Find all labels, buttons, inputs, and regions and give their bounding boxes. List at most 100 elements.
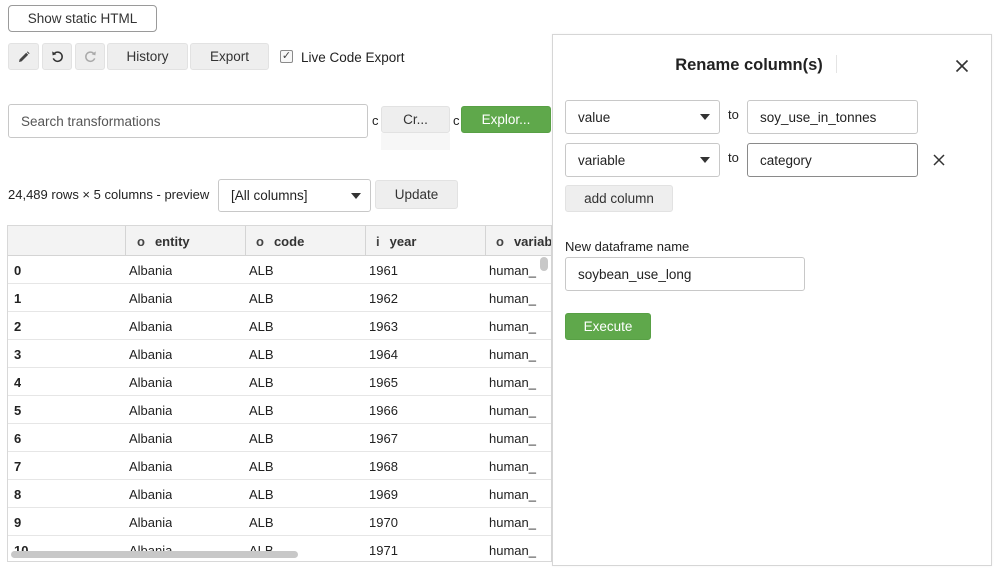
rename-columns-dialog: Rename column(s) value to soy_use_in_ton… [552,34,992,566]
edit-button[interactable] [8,43,39,70]
row-index: 2 [14,318,22,334]
data-table[interactable]: o entity o code i year o variab 0 Albania… [7,225,552,562]
show-static-html-button[interactable]: Show static HTML [8,5,157,32]
rename-from-select-2[interactable]: variable [565,143,720,177]
execute-button[interactable]: Execute [565,313,651,340]
cell-year: 1963 [369,318,398,334]
column-header-entity[interactable]: o entity [126,226,246,256]
truncated-label-2: c [453,113,460,128]
column-header-variable[interactable]: o variab [486,226,551,256]
row-index: 9 [14,514,22,530]
create-button[interactable]: Cr... [381,106,450,133]
table-row[interactable]: 4 Albania ALB 1965 human_ [8,368,551,396]
cell-code: ALB [249,402,274,418]
cell-year: 1967 [369,430,398,446]
live-code-export-checkbox[interactable]: ✓ [280,50,293,63]
cell-variable: human_ [489,430,536,446]
rename-from-select-1[interactable]: value [565,100,720,134]
table-row[interactable]: 8 Albania ALB 1969 human_ [8,480,551,508]
cell-code: ALB [249,346,274,362]
cell-year: 1962 [369,290,398,306]
column-type-badge: o [256,233,264,249]
undo-icon [51,51,63,63]
vertical-scrollbar[interactable] [540,257,548,271]
live-code-export-label: Live Code Export [301,50,405,65]
to-label: to [728,150,739,165]
table-header: o entity o code i year o variab [8,226,551,256]
horizontal-scrollbar[interactable] [11,551,298,558]
cell-entity: Albania [129,402,173,418]
index-column-header [8,226,126,256]
cell-year: 1964 [369,346,398,362]
cell-entity: Albania [129,374,173,390]
remove-rename-button[interactable] [930,151,948,169]
undo-button[interactable] [42,43,72,70]
table-row[interactable]: 5 Albania ALB 1966 human_ [8,396,551,424]
row-index: 6 [14,430,22,446]
row-index: 4 [14,374,22,390]
table-row[interactable]: 10 Albania ALB 1971 human_ [8,536,551,561]
close-icon [955,59,969,73]
explore-button[interactable]: Explor... [461,106,551,133]
cell-variable: human_ [489,346,536,362]
cell-variable: human_ [489,318,536,334]
cell-code: ALB [249,290,274,306]
cell-variable: human_ [489,514,536,530]
cell-year: 1966 [369,402,398,418]
column-header-code[interactable]: o code [246,226,366,256]
table-row[interactable]: 6 Albania ALB 1967 human_ [8,424,551,452]
dialog-title: Rename column(s) [675,56,823,74]
rename-from-value: value [578,109,611,125]
row-index: 10 [14,542,29,558]
truncated-label-1: c [372,113,379,128]
table-row[interactable]: 3 Albania ALB 1964 human_ [8,340,551,368]
cell-entity: Albania [129,430,173,446]
close-icon [933,154,945,166]
add-column-button[interactable]: add column [565,185,673,212]
table-row[interactable]: 9 Albania ALB 1970 human_ [8,508,551,536]
cell-code: ALB [249,458,274,474]
rename-to-value: soy_use_in_tonnes [760,109,877,125]
column-type-badge: o [496,233,504,249]
rename-to-value: category [760,152,812,168]
dataframe-name-value: soybean_use_long [578,266,692,282]
redo-button[interactable] [75,43,105,70]
table-row[interactable]: 1 Albania ALB 1962 human_ [8,284,551,312]
cell-code: ALB [249,374,274,390]
update-button[interactable]: Update [375,180,458,209]
column-filter-select[interactable]: [All columns] [218,179,371,212]
row-count-summary: 24,489 rows × 5 columns - preview [8,187,210,202]
cell-year: 1961 [369,262,398,278]
cell-variable: human_ [489,458,536,474]
cell-variable: human_ [489,486,536,502]
close-dialog-button[interactable] [952,56,972,76]
history-button[interactable]: History [107,43,188,70]
search-transformations-input[interactable]: Search transformations [8,104,368,138]
row-index: 7 [14,458,22,474]
column-header-year[interactable]: i year [366,226,486,256]
cell-year: 1968 [369,458,398,474]
cell-variable: human_ [489,542,536,558]
create-button-shadow [381,133,450,150]
table-row[interactable]: 0 Albania ALB 1961 human_ [8,256,551,284]
column-name: code [273,233,305,249]
row-index: 3 [14,346,22,362]
cell-code: ALB [249,514,274,530]
cell-entity: Albania [129,514,173,530]
chevron-down-icon [351,192,361,199]
cell-entity: Albania [129,542,173,558]
rename-to-input-1[interactable]: soy_use_in_tonnes [747,100,918,134]
table-row[interactable]: 2 Albania ALB 1963 human_ [8,312,551,340]
chevron-down-icon [700,114,710,120]
row-index: 5 [14,402,22,418]
cell-year: 1969 [369,486,398,502]
cell-code: ALB [249,262,274,278]
pencil-icon [18,50,30,62]
column-type-badge: i [376,233,380,249]
export-button[interactable]: Export [190,43,269,70]
cell-entity: Albania [129,290,173,306]
rename-to-input-2[interactable]: category [747,143,918,177]
table-row[interactable]: 7 Albania ALB 1968 human_ [8,452,551,480]
dataframe-name-input[interactable]: soybean_use_long [565,257,805,291]
row-index: 0 [14,262,22,278]
